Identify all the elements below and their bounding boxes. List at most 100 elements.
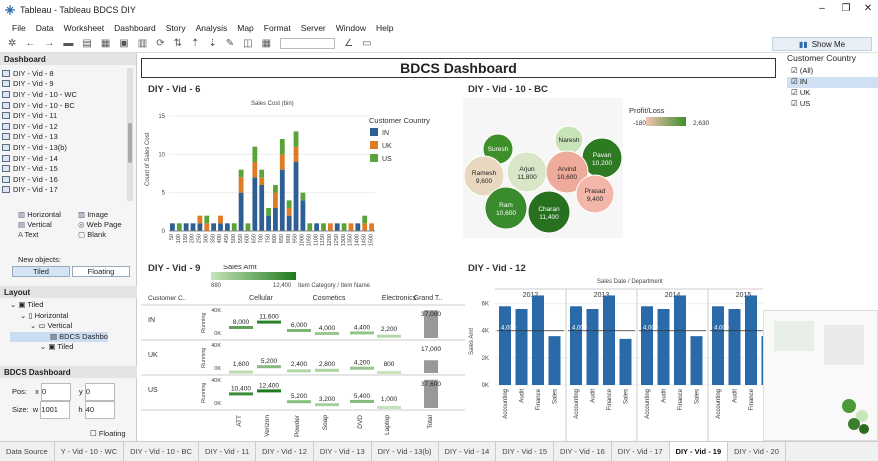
- sheet-tab[interactable]: Y - Vid - 10 - WC: [55, 442, 125, 461]
- bar-segment: [266, 215, 271, 231]
- floating-button[interactable]: Floating: [72, 266, 130, 277]
- menu-server[interactable]: Server: [301, 23, 326, 33]
- filter-option[interactable]: ☑ US: [787, 99, 878, 110]
- menu-window[interactable]: Window: [336, 23, 366, 33]
- sheet-tab[interactable]: DIY - Vid - 14: [439, 442, 497, 461]
- menu-worksheet[interactable]: Worksheet: [64, 23, 104, 33]
- x-tick-label: Accounting: [503, 389, 509, 419]
- new-worksheet-icon[interactable]: ▦: [101, 38, 110, 49]
- highlight-icon[interactable]: ✎: [226, 38, 234, 49]
- sheet-tab[interactable]: DIY - Vid - 19: [669, 442, 729, 461]
- sheet-tab[interactable]: Data Source: [0, 442, 55, 461]
- pen-icon[interactable]: ∠: [344, 38, 353, 49]
- minimize-button[interactable]: –: [810, 3, 834, 14]
- bar-segment: [252, 162, 258, 178]
- object-text[interactable]: A Text: [18, 230, 78, 239]
- sheet-item[interactable]: DIY - Vid - 13: [2, 132, 122, 143]
- fit-icon[interactable]: ▦: [262, 38, 271, 49]
- sheet-item[interactable]: DIY - Vid - 14: [2, 153, 122, 164]
- x-tick-label: 650: [252, 234, 258, 243]
- filter-option[interactable]: ☑ IN: [787, 77, 878, 88]
- pos-x-input[interactable]: 0: [40, 383, 71, 401]
- sheet-item[interactable]: DIY - Vid - 12: [2, 121, 122, 132]
- chart-title: Sales Date / Department: [597, 279, 663, 285]
- clear-icon[interactable]: ▥: [138, 38, 147, 49]
- maximize-button[interactable]: ❐: [834, 3, 858, 14]
- sheet-list-scrollbar[interactable]: [127, 68, 133, 201]
- menu-dashboard[interactable]: Dashboard: [114, 23, 156, 33]
- floating-checkbox[interactable]: ☐ Floating: [90, 429, 126, 438]
- menu-map[interactable]: Map: [237, 23, 254, 33]
- legend-label: IN: [382, 130, 389, 137]
- tree-item-horizontal[interactable]: ⌄ ▯ Horizontal: [10, 311, 108, 322]
- redo-icon[interactable]: →: [44, 38, 54, 49]
- presentation-icon[interactable]: ▭: [362, 38, 371, 49]
- swap-icon[interactable]: ⇅: [174, 38, 182, 49]
- color-legend: [646, 117, 686, 126]
- x-tick-label: Accounting: [574, 389, 580, 419]
- sheet-tab[interactable]: DIY - Vid - 13(b): [372, 442, 439, 461]
- axis-label: Running: [201, 383, 207, 404]
- sheet-tab[interactable]: DIY - Vid - 17: [612, 442, 670, 461]
- menu-help[interactable]: Help: [376, 23, 393, 33]
- x-tick-label: 550: [238, 234, 244, 243]
- menu-file[interactable]: File: [12, 23, 26, 33]
- tree-item-tiled[interactable]: ⌄ ▣ Tiled: [10, 300, 108, 311]
- filter-option[interactable]: ☑ (All): [787, 66, 878, 77]
- group-icon[interactable]: ◫: [243, 38, 252, 49]
- sheet-tab[interactable]: DIY - Vid - 11: [199, 442, 257, 461]
- sheet-tab[interactable]: DIY - Vid - 12: [256, 442, 314, 461]
- new-data-source-icon[interactable]: ▤: [82, 38, 91, 49]
- tree-item-tiled-2[interactable]: ⌄ ▣ Tiled: [10, 342, 108, 353]
- object-vertical[interactable]: ▤ Vertical: [18, 220, 78, 229]
- sheet-item[interactable]: DIY - Vid - 9: [2, 79, 122, 90]
- sheet-item[interactable]: DIY - Vid - 17: [2, 185, 122, 196]
- menu-story[interactable]: Story: [166, 23, 186, 33]
- fit-select[interactable]: [280, 38, 336, 49]
- sheet-item[interactable]: DIY - Vid - 10 - WC: [2, 89, 122, 100]
- size-h-input[interactable]: 40: [84, 401, 115, 419]
- save-icon[interactable]: ▬: [63, 38, 73, 49]
- tiled-button[interactable]: Tiled: [12, 266, 70, 277]
- object-web-page[interactable]: ◎ Web Page: [78, 220, 133, 229]
- sheet-tab[interactable]: DIY - Vid - 10 - BC: [124, 442, 199, 461]
- x-tick-label: 450: [224, 234, 230, 243]
- tableau-icon[interactable]: ✲: [8, 38, 16, 49]
- sheet-item[interactable]: DIY - Vid - 8: [2, 68, 122, 79]
- category-header: Cellular: [249, 295, 273, 302]
- sort-asc-icon[interactable]: ⇡: [191, 38, 199, 49]
- sheet-item[interactable]: DIY - Vid - 11: [2, 110, 122, 121]
- sort-desc-icon[interactable]: ⇣: [208, 38, 216, 49]
- sheet-item-label: DIY - Vid - 10 - BC: [13, 100, 75, 110]
- object-horizontal[interactable]: ▥ Horizontal: [18, 210, 78, 219]
- tree-item-bdcs[interactable]: ▤ BDCS Dashbo: [10, 331, 108, 342]
- menu-format[interactable]: Format: [264, 23, 291, 33]
- tree-item-vertical[interactable]: ⌄ ▭ Vertical: [10, 321, 108, 332]
- refresh-icon[interactable]: ⟳: [156, 38, 164, 49]
- menu-data[interactable]: Data: [36, 23, 54, 33]
- pos-y-input[interactable]: 0: [84, 383, 115, 401]
- close-button[interactable]: ✕: [856, 3, 878, 14]
- undo-icon[interactable]: ←: [25, 38, 35, 49]
- filter-option[interactable]: ☑ UK: [787, 88, 878, 99]
- sheet-tab[interactable]: DIY - Vid - 15: [496, 442, 555, 461]
- bar-segment: [266, 208, 271, 216]
- reference-label: 4,000: [643, 326, 659, 332]
- sheet-tab[interactable]: DIY - Vid - 13: [314, 442, 372, 461]
- item-label: Total: [427, 414, 434, 428]
- menu-analysis[interactable]: Analysis: [196, 23, 228, 33]
- x-tick-label: 100: [176, 234, 182, 243]
- object-blank[interactable]: ▢ Blank: [78, 230, 133, 239]
- sheet-tab[interactable]: DIY - Vid - 20: [728, 442, 786, 461]
- duplicate-icon[interactable]: ▣: [119, 38, 128, 49]
- sheet-item[interactable]: DIY - Vid - 10 - BC: [2, 100, 122, 111]
- bar-segment: [183, 223, 189, 231]
- object-image[interactable]: ▨ Image: [78, 210, 133, 219]
- bar-segment: [238, 192, 244, 231]
- show-me-button[interactable]: ▮▮ Show Me: [772, 37, 872, 51]
- sheet-item[interactable]: DIY - Vid - 16: [2, 174, 122, 185]
- size-w-input[interactable]: 1001: [40, 401, 71, 419]
- sheet-item[interactable]: DIY - Vid - 13(b): [2, 142, 122, 153]
- sheet-item[interactable]: DIY - Vid - 15: [2, 163, 122, 174]
- sheet-tab[interactable]: DIY - Vid - 16: [554, 442, 612, 461]
